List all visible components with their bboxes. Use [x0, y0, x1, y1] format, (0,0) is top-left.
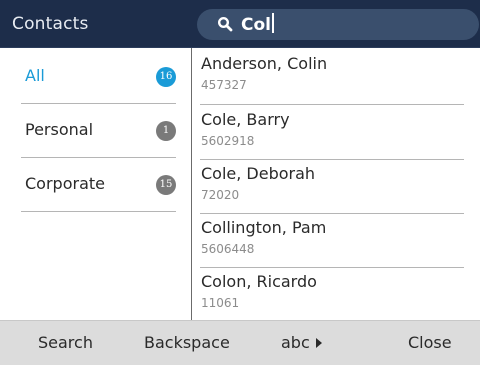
- title-bar: Contacts Col: [0, 0, 480, 48]
- contact-name: Cole, Barry: [201, 110, 290, 129]
- triangle-right-icon: [315, 338, 322, 348]
- search-softkey[interactable]: Search: [38, 333, 93, 352]
- contact-row[interactable]: Anderson, Colin 457327: [192, 48, 480, 101]
- contact-name: Anderson, Colin: [201, 54, 328, 73]
- category-label: Corporate: [25, 174, 105, 193]
- contact-number: 5606448: [201, 242, 255, 256]
- search-field-value: Col: [241, 13, 274, 35]
- category-label: All: [25, 66, 45, 85]
- contact-name: Collington, Pam: [201, 218, 327, 237]
- category-panel: All 16 Personal 1 Corporate 15: [0, 48, 191, 320]
- contact-row[interactable]: Cole, Deborah 72020: [192, 158, 480, 211]
- contact-number: 5602918: [201, 134, 255, 148]
- contact-number: 72020: [201, 188, 240, 202]
- softkey-bar: Search Backspace abc Close: [0, 320, 480, 365]
- contact-row[interactable]: Colon, Ricardo 11061: [192, 266, 480, 319]
- backspace-softkey[interactable]: Backspace: [144, 333, 230, 352]
- contact-row[interactable]: Cole, Barry 5602918: [192, 104, 480, 157]
- abc-label: abc: [281, 333, 310, 352]
- category-all[interactable]: All 16: [21, 50, 176, 104]
- category-personal[interactable]: Personal 1: [21, 104, 176, 158]
- search-icon: [217, 16, 233, 32]
- contact-row[interactable]: Collington, Pam 5606448: [192, 212, 480, 265]
- category-corporate[interactable]: Corporate 15: [21, 158, 176, 212]
- contact-name: Cole, Deborah: [201, 164, 316, 183]
- contact-name: Colon, Ricardo: [201, 272, 317, 291]
- abc-softkey[interactable]: abc: [281, 333, 322, 352]
- count-badge: 15: [156, 175, 176, 195]
- search-query-text: Col: [241, 15, 271, 35]
- category-label: Personal: [25, 120, 94, 139]
- text-cursor: [271, 13, 274, 33]
- close-softkey[interactable]: Close: [408, 333, 452, 352]
- page-title: Contacts: [12, 14, 89, 34]
- contact-number: 457327: [201, 78, 247, 92]
- count-badge: 1: [156, 121, 176, 141]
- contacts-screen: Contacts Col All 16 Personal 1 Corporate…: [0, 0, 480, 365]
- count-badge: 16: [156, 67, 176, 87]
- contact-number: 11061: [201, 296, 240, 310]
- search-input[interactable]: Col: [197, 9, 479, 40]
